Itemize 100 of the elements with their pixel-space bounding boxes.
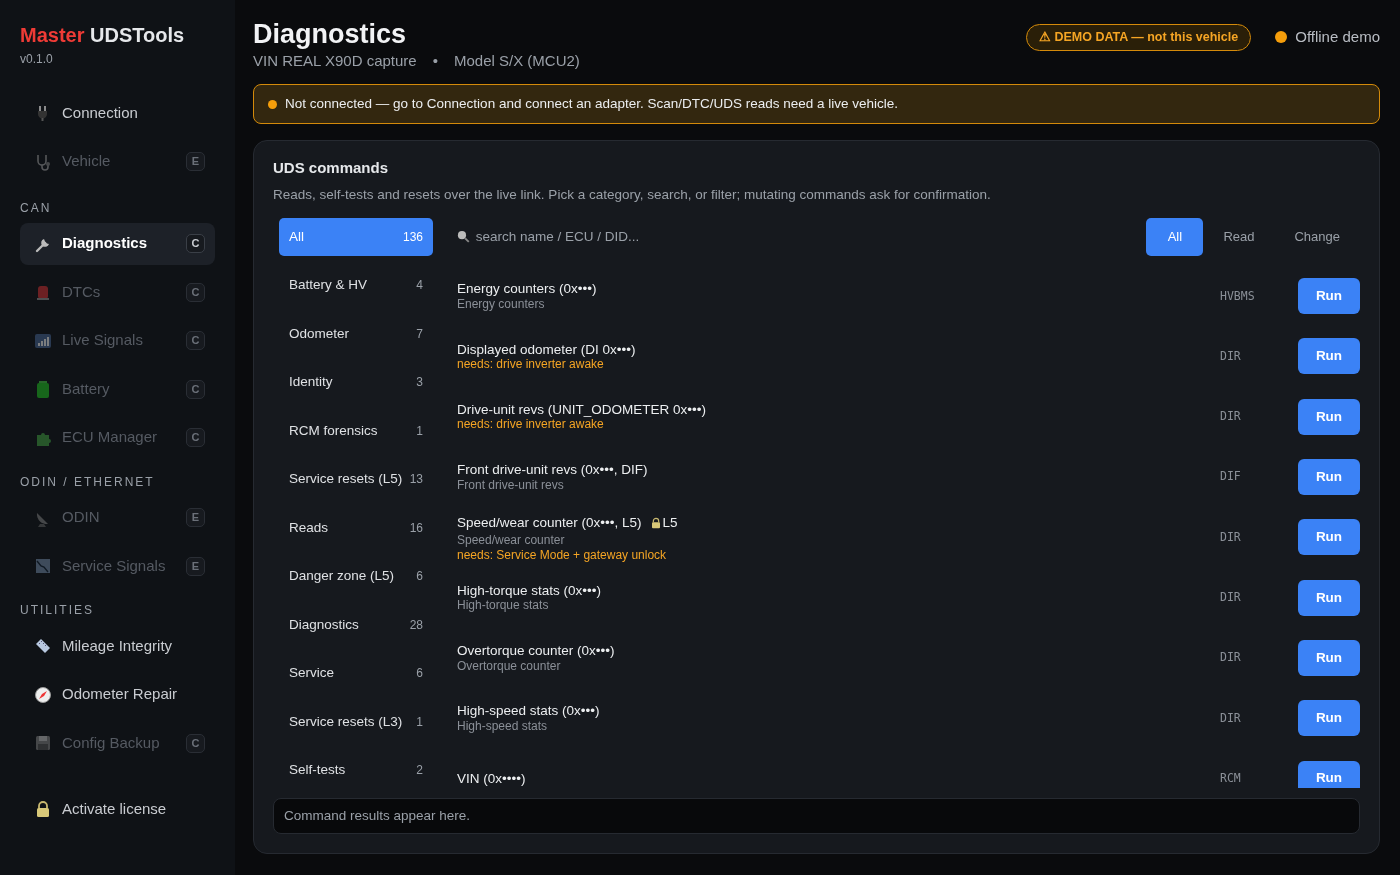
shortcut-key: C <box>186 234 205 253</box>
ecu-label: DIF <box>1220 468 1242 486</box>
category-count: 3 <box>416 374 423 392</box>
category-count: 1 <box>416 422 423 440</box>
sidebar-item[interactable]: Connection <box>20 92 215 134</box>
run-button[interactable]: Run <box>1298 338 1360 375</box>
bar-chart-icon <box>34 331 52 350</box>
results-output: Command results appear here. <box>273 798 1360 835</box>
filter-tab[interactable]: All <box>1146 217 1204 256</box>
run-button[interactable]: Run <box>1298 519 1360 556</box>
filter-tab[interactable]: Change <box>1274 217 1360 256</box>
category-count: 16 <box>409 519 423 537</box>
level-label: L5 <box>662 513 678 532</box>
shortcut-key: C <box>186 331 205 350</box>
lock-icon <box>649 517 662 529</box>
version-label: v0.1.0 <box>20 51 54 68</box>
run-button[interactable]: Run <box>1298 760 1360 789</box>
subtitle-text: Model S/X (MCU2) <box>453 50 580 71</box>
command-description: Front drive-unit revs <box>457 477 565 493</box>
subtitle-text: VIN REAL X90D capture <box>253 50 417 71</box>
panel-title: UDS commands <box>273 159 390 178</box>
category-item[interactable]: Service 6 <box>279 654 433 693</box>
ecu-label: DIR <box>1220 589 1242 607</box>
command-name: Displayed odometer (DI 0x•••) <box>457 341 636 358</box>
sidebar-item[interactable]: Diagnostics C <box>20 222 215 265</box>
command-name: VIN (0x••••) <box>457 770 526 787</box>
ecu-label: RCM <box>1220 769 1242 787</box>
run-button[interactable]: Run <box>1298 459 1360 496</box>
shortcut-key: C <box>186 733 205 753</box>
requirement-note: needs: Service Mode + gateway unlock <box>457 547 668 562</box>
category-count: 4 <box>416 277 423 295</box>
category-item[interactable]: RCM forensics 1 <box>279 411 433 451</box>
run-button[interactable]: Run <box>1298 278 1360 315</box>
section-heading: CAN <box>20 199 53 217</box>
category-item[interactable]: Service resets (L5) 13 <box>279 460 433 499</box>
command-name: Drive-unit revs (UNIT_ODOMETER 0x•••) <box>457 401 706 418</box>
category-item[interactable]: Self-tests 2 <box>279 751 433 790</box>
panel-description: Reads, self-tests and resets over the live link. Pick a category, search, or filter; mutating commands ask for confirmation. <box>273 186 992 205</box>
shortcut-key: C <box>186 282 205 302</box>
command-description: High-torque stats <box>457 598 550 613</box>
category-item[interactable]: Reads 16 <box>279 508 433 548</box>
subtitle-text: • <box>432 50 438 71</box>
shortcut-key: C <box>186 428 205 447</box>
category-count: 6 <box>416 665 423 683</box>
run-button[interactable]: Run <box>1298 640 1360 676</box>
category-item[interactable]: Service resets (L3) 1 <box>279 702 433 742</box>
category-item[interactable]: Identity 3 <box>279 363 433 402</box>
section-heading: UTILITIES <box>20 602 95 619</box>
command-name: High-speed stats (0x•••) <box>457 703 600 719</box>
category-count: 28 <box>409 616 423 634</box>
command-name: Front drive-unit revs (0x•••, DIF) <box>457 462 648 478</box>
run-button[interactable]: Run <box>1298 398 1360 435</box>
category-item[interactable]: Diagnostics 28 <box>279 605 433 645</box>
search-icon <box>457 230 470 244</box>
line-chart-icon <box>34 557 52 575</box>
section-heading: ODIN / ETHERNET <box>20 473 156 491</box>
category-count: 2 <box>416 762 423 780</box>
command-description: Energy counters <box>457 296 546 312</box>
license-link[interactable]: Activate license <box>20 788 215 830</box>
compass-icon <box>34 685 52 704</box>
command-name: Energy counters (0x•••) <box>457 281 597 297</box>
sidebar-item[interactable]: Mileage Integrity <box>20 625 215 667</box>
command-description: Speed/wear counter <box>457 533 566 548</box>
category-item[interactable]: All 136 <box>279 217 433 257</box>
category-count: 6 <box>416 568 423 586</box>
ecu-label: DIR <box>1220 528 1242 546</box>
alert-text: Not connected — go to Connection and connect an adapter. Scan/DTC/UDS reads need a live vehicle. <box>285 95 899 114</box>
category-item[interactable]: Battery & HV 4 <box>279 266 433 305</box>
shortcut-key: E <box>186 556 205 576</box>
run-button[interactable]: Run <box>1298 579 1360 616</box>
category-count: 1 <box>416 713 423 731</box>
ecu-label: DIR <box>1220 347 1242 365</box>
warning-badge: ⚠ DEMO DATA — not this vehicle <box>1025 24 1252 51</box>
shortcut-key: E <box>186 152 205 171</box>
category-item[interactable]: Odometer 7 <box>279 314 433 354</box>
stethoscope-icon <box>34 152 52 171</box>
siren-icon <box>34 283 52 301</box>
command-name: Speed/wear counter (0x•••, L5) <box>457 515 642 531</box>
ecu-label: DIR <box>1220 709 1242 727</box>
status-label: Offline demo <box>1295 27 1380 48</box>
requirement-note: needs: drive inverter awake <box>457 357 605 372</box>
ecu-label: DIR <box>1220 649 1242 667</box>
shortcut-key: E <box>186 508 205 527</box>
run-button[interactable]: Run <box>1298 700 1360 737</box>
lock-icon <box>34 800 52 818</box>
command-description: High-speed stats <box>457 718 549 734</box>
filter-tab[interactable]: Read <box>1203 217 1275 256</box>
sidebar-item[interactable]: Odometer Repair <box>20 673 215 716</box>
battery-icon <box>34 380 52 398</box>
category-count: 7 <box>416 325 423 343</box>
ecu-label: DIR <box>1220 408 1242 426</box>
shortcut-key: C <box>186 379 205 399</box>
command-name: High-torque stats (0x•••) <box>457 582 601 599</box>
page-title: Diagnostics <box>253 20 408 50</box>
command-description: Overtorque counter <box>457 658 562 673</box>
search-field[interactable]: search name / ECU / DID... <box>473 225 1147 248</box>
category-count: 136 <box>402 228 423 246</box>
command-name: Overtorque counter (0x•••) <box>457 643 615 659</box>
category-item[interactable]: Danger zone (L5) 6 <box>279 557 433 596</box>
category-count: 13 <box>409 471 423 489</box>
